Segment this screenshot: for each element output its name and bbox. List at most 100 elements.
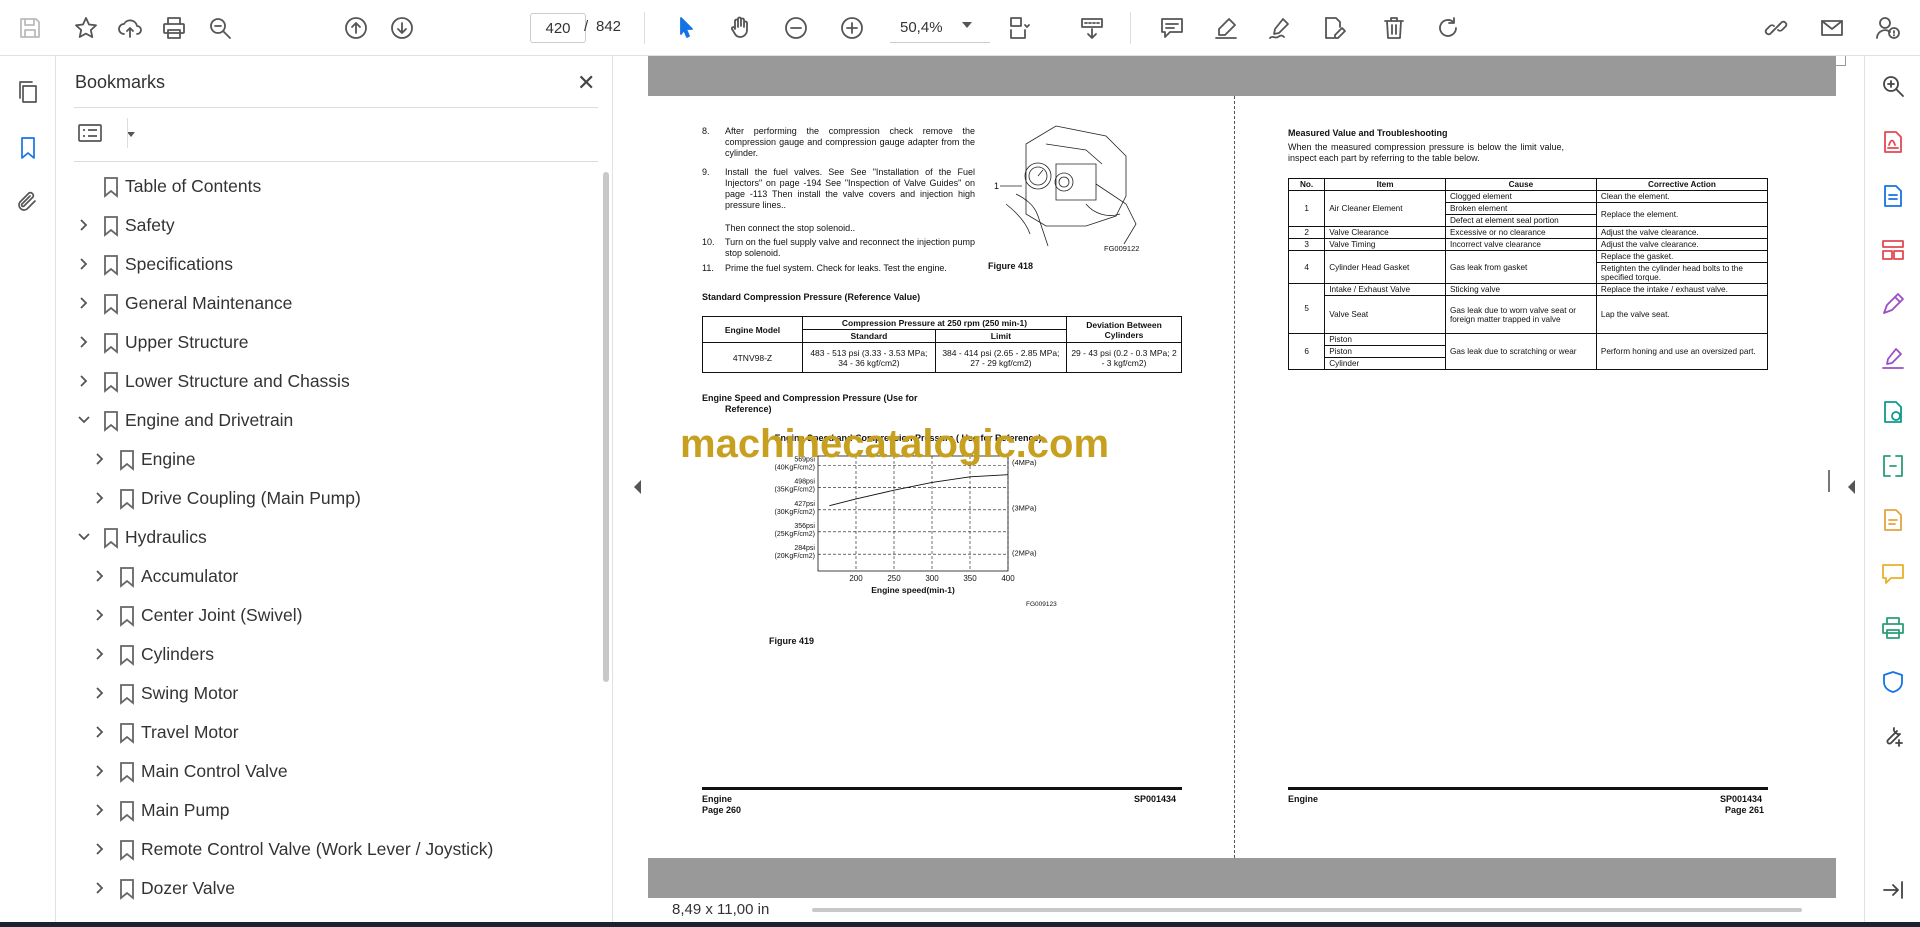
chevron-right-icon[interactable] xyxy=(77,335,91,349)
more-tools-icon[interactable] xyxy=(1877,720,1909,752)
save-icon[interactable] xyxy=(14,12,46,44)
fill-sign-icon[interactable] xyxy=(1877,342,1909,374)
combine-files-icon[interactable] xyxy=(1877,396,1909,428)
bookmark-item[interactable]: Cylinders xyxy=(57,636,587,672)
bookmark-label: Upper Structure xyxy=(125,332,249,352)
export-document-icon[interactable] xyxy=(1877,504,1909,536)
zoom-out-icon[interactable] xyxy=(780,12,812,44)
share-link-icon[interactable] xyxy=(1760,12,1792,44)
chevron-right-icon[interactable] xyxy=(77,374,91,388)
figure-418-callout: 1 xyxy=(994,181,999,191)
comment-tool-icon[interactable] xyxy=(1877,558,1909,590)
bookmark-options-button[interactable] xyxy=(77,120,135,146)
chevron-right-icon[interactable] xyxy=(93,764,107,778)
bookmark-item[interactable]: Lower Structure and Chassis xyxy=(57,363,587,399)
chevron-right-icon[interactable] xyxy=(93,608,107,622)
page-thumbnails-icon[interactable] xyxy=(12,76,44,108)
trash-icon[interactable] xyxy=(1378,12,1410,44)
collapse-right-panel-icon[interactable] xyxy=(1848,480,1855,494)
bookmark-item[interactable]: Dozer Valve xyxy=(57,870,587,906)
bookmark-item[interactable]: Travel Motor xyxy=(57,714,587,750)
ts-cell: Adjust the valve clearance. xyxy=(1595,238,1769,251)
bookmark-item[interactable]: Engine xyxy=(57,441,587,477)
chevron-right-icon[interactable] xyxy=(77,257,91,271)
chevron-right-icon[interactable] xyxy=(93,842,107,856)
step-text: Turn on the fuel supply valve and reconn… xyxy=(725,237,975,258)
bookmark-item[interactable]: Table of Contents xyxy=(57,168,587,204)
upload-cloud-icon[interactable] xyxy=(114,12,146,44)
chevron-right-icon[interactable] xyxy=(77,218,91,232)
comment-icon[interactable] xyxy=(1156,12,1188,44)
collapse-rail-icon[interactable] xyxy=(1877,874,1909,906)
figure-418-illustration: 1 FG009122 xyxy=(994,125,1139,253)
horizontal-scrollbar[interactable] xyxy=(812,908,1802,912)
email-icon[interactable] xyxy=(1816,12,1848,44)
document-viewer[interactable]: 8. After performing the compression check… xyxy=(614,56,1864,922)
chevron-right-icon[interactable] xyxy=(93,725,107,739)
user-help-icon[interactable] xyxy=(1872,12,1904,44)
create-pdf-icon[interactable] xyxy=(1877,180,1909,212)
bookmark-item[interactable]: Remote Control Valve (Work Lever / Joyst… xyxy=(57,831,587,867)
export-pdf-icon[interactable] xyxy=(1877,126,1909,158)
page-down-icon[interactable] xyxy=(386,12,418,44)
zoom-in-icon[interactable] xyxy=(836,12,868,44)
attachments-icon[interactable] xyxy=(12,186,44,218)
edit-pdf-icon[interactable] xyxy=(1877,288,1909,320)
bookmark-item[interactable]: Drive Coupling (Main Pump) xyxy=(57,480,587,516)
select-cursor-icon[interactable] xyxy=(670,12,702,44)
chevron-right-icon[interactable] xyxy=(77,296,91,310)
bookmark-item[interactable]: Upper Structure xyxy=(57,324,587,360)
bookmark-item[interactable]: General Maintenance xyxy=(57,285,587,321)
page-up-icon[interactable] xyxy=(340,12,372,44)
print-production-icon[interactable] xyxy=(1877,612,1909,644)
chevron-right-icon[interactable] xyxy=(93,569,107,583)
chevron-down-icon[interactable] xyxy=(962,22,972,28)
chevron-down-icon[interactable] xyxy=(77,413,91,427)
hand-tool-icon[interactable] xyxy=(724,12,756,44)
chevron-right-icon[interactable] xyxy=(93,686,107,700)
chevron-right-icon[interactable] xyxy=(93,491,107,505)
ts-cell: Valve Seat xyxy=(1324,295,1446,334)
page-spread[interactable]: 8. After performing the compression check… xyxy=(648,96,1836,858)
std-pressure-table: Engine Model Compression Pressure at 250… xyxy=(702,316,1182,373)
highlight-pen-icon[interactable] xyxy=(1210,12,1242,44)
chevron-right-icon[interactable] xyxy=(93,803,107,817)
bookmark-item[interactable]: Swing Motor xyxy=(57,675,587,711)
chevron-down-icon xyxy=(127,132,135,137)
bookmarks-panel-icon[interactable] xyxy=(12,132,44,164)
zoom-select[interactable]: 50,4% xyxy=(890,13,990,43)
chevron-right-icon[interactable] xyxy=(93,881,107,895)
bookmark-item[interactable]: Accumulator xyxy=(57,558,587,594)
edit-document-icon[interactable] xyxy=(1318,12,1350,44)
chevron-right-icon[interactable] xyxy=(93,452,107,466)
page-fit-icon[interactable] xyxy=(1004,12,1036,44)
draw-sign-icon[interactable] xyxy=(1264,12,1296,44)
bookmark-label: Travel Motor xyxy=(141,722,239,742)
zoom-search-icon[interactable] xyxy=(204,12,236,44)
rotate-icon[interactable] xyxy=(1432,12,1464,44)
bookmark-item[interactable]: Main Pump xyxy=(57,792,587,828)
collapse-left-panel-icon[interactable] xyxy=(634,480,641,494)
star-icon[interactable] xyxy=(70,12,102,44)
organize-pages-icon[interactable] xyxy=(1877,234,1909,266)
bookmark-item[interactable]: Specifications xyxy=(57,246,587,282)
ts-cell: Gas leak due to scratching or wear xyxy=(1444,333,1597,370)
print-icon[interactable] xyxy=(158,12,190,44)
compress-pdf-icon[interactable] xyxy=(1877,450,1909,482)
right-panel-handle[interactable] xyxy=(1828,470,1830,492)
bookmark-icon xyxy=(102,371,120,393)
bookmark-item[interactable]: Hydraulics xyxy=(57,519,587,555)
search-zoom-icon[interactable] xyxy=(1877,70,1909,102)
bookmark-item[interactable]: Center Joint (Swivel) xyxy=(57,597,587,633)
protect-shield-icon[interactable] xyxy=(1877,666,1909,698)
bookmark-item[interactable]: Main Control Valve xyxy=(57,753,587,789)
bookmarks-scrollbar[interactable] xyxy=(603,172,609,682)
bookmark-item[interactable]: Engine and Drivetrain xyxy=(57,402,587,438)
close-icon[interactable]: ✕ xyxy=(577,70,595,96)
chevron-right-icon[interactable] xyxy=(93,647,107,661)
bookmark-item[interactable]: Safety xyxy=(57,207,587,243)
chevron-down-icon[interactable] xyxy=(77,530,91,544)
scroll-mode-icon[interactable] xyxy=(1076,12,1108,44)
page-number-input[interactable] xyxy=(530,13,586,43)
bookmark-icon xyxy=(102,254,120,276)
